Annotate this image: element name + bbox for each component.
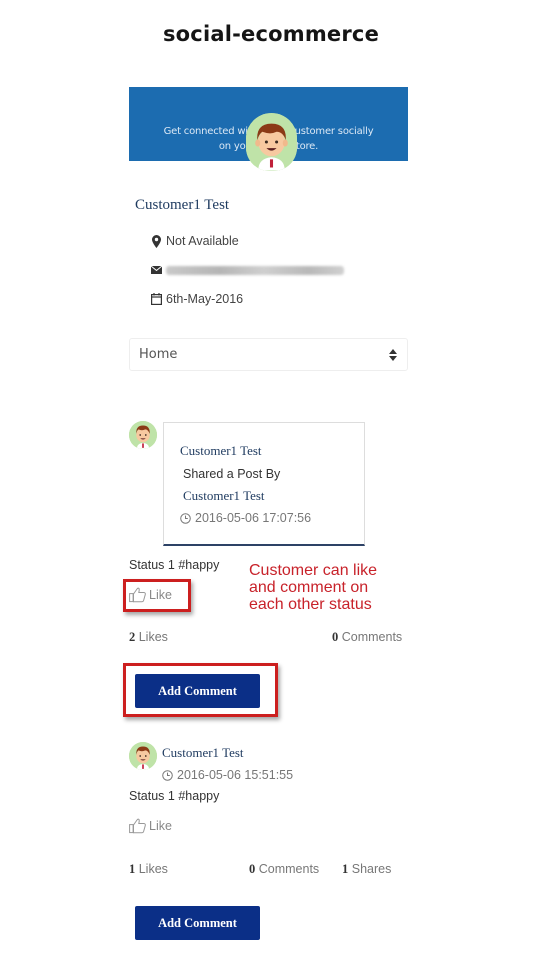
post-2-time: 2016-05-06 15:51:55 xyxy=(162,768,293,782)
shared-by-author[interactable]: Customer1 Test xyxy=(180,443,262,459)
app-title: social-ecommerce xyxy=(162,22,380,46)
post-1-likes-count[interactable]: 2 Likes xyxy=(129,630,168,645)
likes-number: 1 xyxy=(129,862,136,876)
clock-icon xyxy=(162,769,173,781)
thumbs-up-icon xyxy=(129,818,146,834)
comments-label: Comments xyxy=(341,630,403,644)
timestamp: 2016-05-06 17:07:56 xyxy=(195,511,312,525)
profile-name[interactable]: Customer1 Test xyxy=(135,197,229,214)
annotation-line-1: Customer can like xyxy=(249,562,378,579)
profile-avatar[interactable] xyxy=(246,113,297,171)
map-marker-icon xyxy=(150,234,162,248)
post-2-author[interactable]: Customer1 Test xyxy=(162,745,244,761)
annotation-line-3: each other status xyxy=(249,596,372,613)
comments-label: Comments xyxy=(258,862,320,876)
post-2-like-button[interactable]: Like xyxy=(129,818,172,834)
post-2-likes-count[interactable]: 1 Likes xyxy=(129,862,168,877)
shared-action-text: Shared a Post By xyxy=(183,467,281,481)
post-2-avatar[interactable] xyxy=(129,742,157,770)
avatar-boy-icon xyxy=(129,421,157,449)
annotation-line-2: and comment on xyxy=(249,579,369,596)
profile-joined: 6th-May-2016 xyxy=(150,292,243,306)
post-1-comments-count[interactable]: 0 Comments xyxy=(332,630,402,645)
email-text-blurred xyxy=(166,265,344,275)
envelope-icon xyxy=(150,263,162,277)
page-nav-select[interactable]: Home xyxy=(129,338,408,371)
comments-number: 0 xyxy=(332,630,339,644)
post-2-shares-count[interactable]: 1 Shares xyxy=(342,862,391,877)
like-highlight-box xyxy=(123,579,191,612)
shares-number: 1 xyxy=(342,862,349,876)
post-1-avatar[interactable] xyxy=(129,421,157,449)
likes-label: Likes xyxy=(138,630,168,644)
shared-post-time: 2016-05-06 17:07:56 xyxy=(180,511,311,525)
likes-number: 2 xyxy=(129,630,136,644)
likes-label: Likes xyxy=(138,862,168,876)
timestamp: 2016-05-06 15:51:55 xyxy=(177,768,294,782)
calendar-icon xyxy=(150,292,162,306)
post-2-status: Status 1 #happy xyxy=(129,789,220,803)
profile-location: Not Available xyxy=(150,234,239,248)
like-label: Like xyxy=(149,819,172,833)
nav-select-value: Home xyxy=(139,347,178,362)
location-text: Not Available xyxy=(166,234,239,248)
profile-email xyxy=(150,263,344,277)
annotation-callout: Customer can like and comment on each ot… xyxy=(249,562,377,613)
clock-icon xyxy=(180,512,191,524)
post-2-comments-count[interactable]: 0 Comments xyxy=(249,862,319,877)
post-1-status: Status 1 #happy xyxy=(129,558,220,572)
shared-post-card: Customer1 Test Shared a Post By Customer… xyxy=(163,422,365,546)
avatar-boy-icon xyxy=(246,113,297,171)
shares-label: Shares xyxy=(351,862,392,876)
post-2-add-comment-button[interactable]: Add Comment xyxy=(135,906,260,940)
select-arrows-icon xyxy=(389,349,397,361)
avatar-boy-icon xyxy=(129,742,157,770)
original-author[interactable]: Customer1 Test xyxy=(183,488,265,504)
comments-number: 0 xyxy=(249,862,256,876)
joined-date: 6th-May-2016 xyxy=(166,292,244,306)
add-comment-highlight-box xyxy=(123,663,278,717)
